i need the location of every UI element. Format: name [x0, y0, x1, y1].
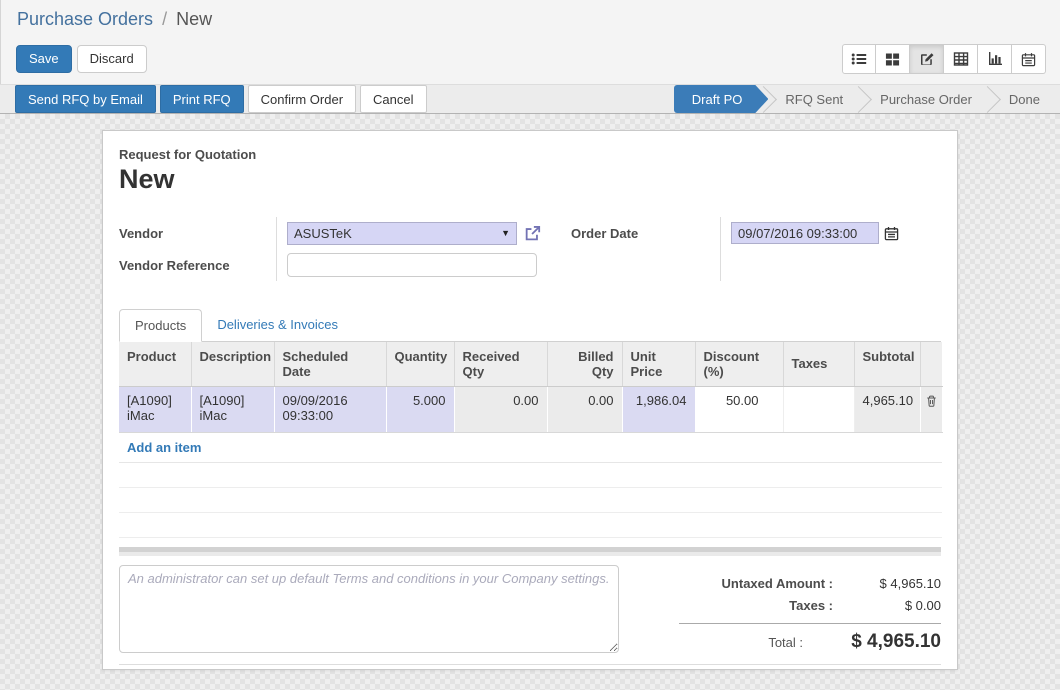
content-area: Request for Quotation New Vendor Vendor …	[0, 114, 1060, 690]
external-link-icon[interactable]	[524, 225, 541, 242]
form-view-icon[interactable]	[910, 44, 944, 74]
cancel-button[interactable]: Cancel	[360, 85, 426, 113]
action-buttons: Send RFQ by Email Print RFQ Confirm Orde…	[0, 85, 431, 113]
cell-quantity[interactable]: 5.000	[386, 387, 454, 433]
trash-icon[interactable]	[923, 393, 940, 408]
cell-unit-price[interactable]: 1,986.04	[622, 387, 695, 433]
calendar-icon[interactable]	[884, 226, 899, 241]
cell-product[interactable]: [A1090] iMac	[119, 387, 191, 433]
col-header-description[interactable]: Description	[191, 342, 274, 387]
add-an-item-link[interactable]: Add an item	[127, 440, 201, 455]
col-header-quantity[interactable]: Quantity	[386, 342, 454, 387]
form-fields: Vendor Vendor Reference ASUSTeK ▼	[119, 217, 941, 281]
vendor-reference-label: Vendor Reference	[119, 249, 266, 281]
sheet-footer-line	[119, 664, 941, 665]
vendor-label: Vendor	[119, 217, 266, 249]
pivot-view-icon[interactable]	[944, 44, 978, 74]
cell-billed-qty: 0.00	[547, 387, 622, 433]
order-lines-table: Product Description Scheduled Date Quant…	[119, 342, 943, 538]
statusbar: Draft PO RFQ Sent Purchase Order Done	[674, 85, 1060, 113]
empty-list-row	[119, 488, 942, 513]
breadcrumb: Purchase Orders / New	[1, 0, 1060, 34]
page-title: New	[119, 164, 941, 195]
cell-actions	[920, 387, 942, 433]
order-date-input[interactable]	[731, 222, 879, 244]
toolbar: Save Discard	[1, 34, 1060, 84]
cell-taxes[interactable]	[783, 387, 854, 433]
confirm-order-button[interactable]: Confirm Order	[248, 85, 356, 113]
dropdown-arrow-icon: ▼	[501, 228, 510, 238]
col-header-received-qty[interactable]: Received Qty	[454, 342, 547, 387]
breadcrumb-current: New	[176, 9, 212, 29]
order-line-row[interactable]: [A1090] iMac [A1090] iMac 09/09/2016 09:…	[119, 387, 942, 433]
taxes-value: $ 0.00	[851, 595, 941, 617]
sheet-subtitle: Request for Quotation	[119, 147, 941, 162]
breadcrumb-separator: /	[158, 9, 171, 29]
list-view-icon[interactable]	[842, 44, 876, 74]
cell-received-qty: 0.00	[454, 387, 547, 433]
tab-deliveries-invoices[interactable]: Deliveries & Invoices	[202, 309, 353, 342]
print-rfq-button[interactable]: Print RFQ	[160, 85, 244, 113]
vendor-select-value: ASUSTeK	[294, 226, 501, 241]
calendar-view-icon[interactable]	[1012, 44, 1046, 74]
total-label: Total :	[679, 632, 821, 654]
notebook-tabs: Products Deliveries & Invoices	[119, 309, 941, 342]
bottom-zone: Untaxed Amount : $ 4,965.10 Taxes : $ 0.…	[119, 565, 941, 654]
send-rfq-button[interactable]: Send RFQ by Email	[15, 85, 156, 113]
cell-description[interactable]: [A1090] iMac	[191, 387, 274, 433]
col-header-discount[interactable]: Discount (%)	[695, 342, 783, 387]
empty-list-row	[119, 513, 942, 538]
col-header-unit-price[interactable]: Unit Price	[622, 342, 695, 387]
cell-scheduled-date[interactable]: 09/09/2016 09:33:00	[274, 387, 386, 433]
taxes-label: Taxes :	[679, 595, 851, 617]
status-step-purchase-order[interactable]: Purchase Order	[860, 85, 992, 113]
form-sheet: Request for Quotation New Vendor Vendor …	[102, 130, 958, 670]
control-strip: Send RFQ by Email Print RFQ Confirm Orde…	[0, 84, 1060, 114]
vendor-reference-input[interactable]	[287, 253, 537, 277]
untaxed-amount-label: Untaxed Amount :	[679, 573, 851, 595]
add-item-row: Add an item	[119, 433, 942, 463]
table-header-row: Product Description Scheduled Date Quant…	[119, 342, 942, 387]
order-date-label: Order Date	[571, 217, 710, 249]
col-header-product[interactable]: Product	[119, 342, 191, 387]
cell-subtotal: 4,965.10	[854, 387, 920, 433]
cell-discount[interactable]: 50.00	[695, 387, 783, 433]
tab-products[interactable]: Products	[119, 309, 202, 342]
group-separator	[119, 547, 941, 556]
status-step-done[interactable]: Done	[989, 85, 1060, 113]
col-header-subtotal[interactable]: Subtotal	[854, 342, 920, 387]
breadcrumb-parent-link[interactable]: Purchase Orders	[17, 9, 153, 29]
col-header-billed-qty[interactable]: Billed Qty	[547, 342, 622, 387]
save-button[interactable]: Save	[16, 45, 72, 73]
col-header-scheduled-date[interactable]: Scheduled Date	[274, 342, 386, 387]
col-header-taxes[interactable]: Taxes	[783, 342, 854, 387]
terms-conditions-textarea[interactable]	[119, 565, 619, 653]
untaxed-amount-value: $ 4,965.10	[851, 573, 941, 595]
kanban-view-icon[interactable]	[876, 44, 910, 74]
graph-view-icon[interactable]	[978, 44, 1012, 74]
top-header: Purchase Orders / New Save Discard	[0, 0, 1060, 84]
col-header-actions	[920, 342, 942, 387]
vendor-select[interactable]: ASUSTeK ▼	[287, 222, 517, 245]
view-switcher	[842, 44, 1046, 74]
total-value: $ 4,965.10	[821, 631, 941, 653]
discard-button[interactable]: Discard	[77, 45, 147, 73]
totals-panel: Untaxed Amount : $ 4,965.10 Taxes : $ 0.…	[679, 565, 941, 654]
empty-list-row	[119, 463, 942, 488]
